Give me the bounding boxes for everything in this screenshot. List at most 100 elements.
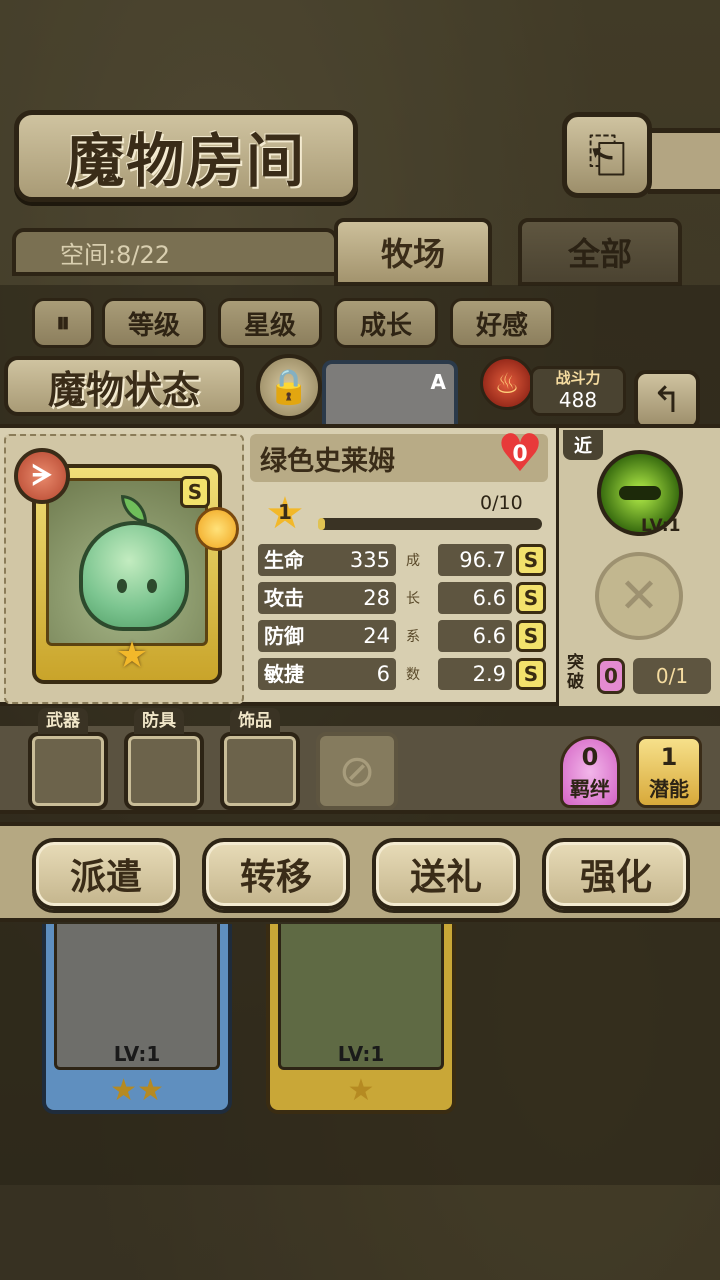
locked-slot: ⊘ bbox=[316, 732, 398, 810]
pause-icon: ⏸ bbox=[55, 306, 70, 339]
header-back-extension bbox=[648, 128, 720, 194]
tab-ranch[interactable]: 牧场 bbox=[334, 218, 492, 286]
dispatch-label: 派遣 bbox=[69, 856, 142, 898]
skill-level: LV:1 bbox=[641, 516, 681, 536]
tab-all[interactable]: 全部 bbox=[518, 218, 682, 286]
combat-power-box: 战斗力 488 bbox=[530, 366, 626, 416]
growth-grade: S bbox=[516, 582, 546, 614]
growth-grade: S bbox=[516, 544, 546, 576]
growth-grade: S bbox=[516, 658, 546, 690]
stat-name: 防御 bbox=[264, 624, 304, 648]
growth-value: 2.9 bbox=[438, 658, 512, 690]
armor-label: 防具 bbox=[134, 708, 184, 734]
level-value: 1 bbox=[278, 500, 292, 524]
tab-all-label: 全部 bbox=[567, 235, 632, 273]
gift-button[interactable]: 送礼 bbox=[372, 838, 520, 910]
range-badge: 近 bbox=[563, 430, 603, 460]
growth-grade: S bbox=[516, 620, 546, 652]
stat-name: 生命 bbox=[264, 548, 304, 572]
affection-value: 0 bbox=[512, 441, 528, 467]
list-item-stars: ★★ bbox=[110, 1073, 164, 1108]
header-back-button[interactable]: ⎗ bbox=[562, 112, 652, 198]
bond-button[interactable]: 0 羁绊 bbox=[560, 736, 620, 808]
breakthrough-progress: 0/1 bbox=[633, 658, 711, 694]
list-item-level: LV:1 bbox=[113, 1042, 161, 1066]
sun-icon bbox=[195, 507, 239, 551]
stat-row-agility: 敏捷 6 数 2.9 S bbox=[258, 658, 550, 692]
sort-level-button[interactable]: 等级 bbox=[102, 298, 206, 348]
space-indicator: 空间:8/22 bbox=[12, 228, 338, 276]
armor-slot[interactable] bbox=[124, 732, 204, 810]
action-bar: 派遣 转移 送礼 强化 bbox=[0, 822, 720, 922]
skill-panel: 近 LV:1 ✕ 突破 0 0/1 bbox=[556, 428, 720, 706]
stat-box: 敏捷 6 bbox=[258, 658, 396, 690]
equipment-bar: ⊘ 0 羁绊 1 潜能 bbox=[0, 726, 720, 814]
growth-value: 6.6 bbox=[438, 582, 512, 614]
lock-button[interactable]: 🔒 bbox=[256, 354, 322, 420]
stat-value: 24 bbox=[363, 624, 390, 648]
status-title: 魔物状态 bbox=[4, 356, 244, 416]
list-item[interactable]: LV:1 ★★ bbox=[42, 924, 232, 1114]
background-monster-card: A bbox=[322, 360, 458, 430]
growth-char: 数 bbox=[406, 667, 420, 683]
star-icon: ★ bbox=[115, 635, 149, 676]
card-rank-label: A bbox=[430, 370, 446, 394]
potential-button[interactable]: 1 潜能 bbox=[636, 736, 702, 808]
slime-eye-left bbox=[117, 579, 127, 593]
exp-bar-fill bbox=[318, 518, 325, 530]
growth-value: 6.6 bbox=[438, 620, 512, 652]
breakthrough-count: 0 bbox=[597, 658, 625, 694]
sort-growth-button[interactable]: 成长 bbox=[334, 298, 438, 348]
exp-text: 0/10 bbox=[480, 492, 523, 514]
flame-icon: ♨ bbox=[480, 356, 534, 410]
stat-box: 攻击 28 bbox=[258, 582, 396, 614]
return-icon: ⎗ bbox=[587, 126, 627, 183]
sort-growth-label: 成长 bbox=[359, 310, 412, 341]
stat-value: 6 bbox=[376, 662, 390, 686]
stat-box: 生命 335 bbox=[258, 544, 396, 576]
sort-affection-label: 好感 bbox=[475, 310, 528, 341]
status-back-button[interactable]: ↰ bbox=[634, 370, 700, 430]
element-glyph: ᗒ bbox=[31, 459, 53, 492]
slime-image bbox=[79, 521, 189, 631]
growth-char: 成 bbox=[406, 553, 420, 569]
empty-skill-slot[interactable]: ✕ bbox=[595, 552, 683, 640]
page-title-plate: 魔物房间 bbox=[14, 110, 358, 202]
slime-eye-right bbox=[147, 579, 157, 593]
gift-label: 送礼 bbox=[409, 856, 482, 898]
combat-power-label: 战斗力 bbox=[555, 369, 601, 387]
stat-row-attack: 攻击 28 长 6.6 S bbox=[258, 582, 550, 616]
accessory-slot[interactable] bbox=[220, 732, 300, 810]
list-item-level: LV:1 bbox=[337, 1042, 385, 1066]
sort-affection-button[interactable]: 好感 bbox=[450, 298, 554, 348]
transfer-button[interactable]: 转移 bbox=[202, 838, 350, 910]
stat-row-defense: 防御 24 系 6.6 S bbox=[258, 620, 550, 654]
sort-order-button[interactable]: ⏸ bbox=[32, 298, 94, 348]
breakthrough-label: 突破 bbox=[567, 653, 584, 692]
sort-level-label: 等级 bbox=[127, 310, 180, 341]
back-arrow-icon: ↰ bbox=[651, 379, 683, 421]
stat-row-hp: 生命 335 成 96.7 S bbox=[258, 544, 550, 578]
leaf-icon bbox=[121, 495, 147, 523]
potential-value: 1 bbox=[660, 743, 678, 771]
growth-char: 长 bbox=[406, 591, 420, 607]
dispatch-button[interactable]: 派遣 bbox=[32, 838, 180, 910]
combat-power-value: 488 bbox=[558, 388, 598, 412]
sort-star-label: 星级 bbox=[243, 310, 296, 341]
rank-badge: S bbox=[180, 476, 210, 508]
skill-icon-mark bbox=[619, 486, 661, 500]
weapon-label: 武器 bbox=[38, 708, 88, 734]
element-icon: ᗒ bbox=[14, 448, 70, 504]
space-text: 空间:8/22 bbox=[60, 240, 170, 269]
status-title-text: 魔物状态 bbox=[47, 366, 200, 412]
monster-info-panel: S ★ ᗒ 绿色史莱姆 ♥ 0 ★ 1 0/10 生命 335 成 96.7 S… bbox=[0, 424, 720, 706]
bond-label: 羁绊 bbox=[570, 777, 610, 801]
enhance-button[interactable]: 强化 bbox=[542, 838, 690, 910]
list-item[interactable]: LV:1 ★ bbox=[266, 924, 456, 1114]
stat-name: 攻击 bbox=[264, 586, 304, 610]
sort-star-button[interactable]: 星级 bbox=[218, 298, 322, 348]
accessory-label: 饰品 bbox=[230, 708, 280, 734]
weapon-slot[interactable] bbox=[28, 732, 108, 810]
stat-value: 28 bbox=[363, 586, 390, 610]
stat-value: 335 bbox=[349, 548, 390, 572]
